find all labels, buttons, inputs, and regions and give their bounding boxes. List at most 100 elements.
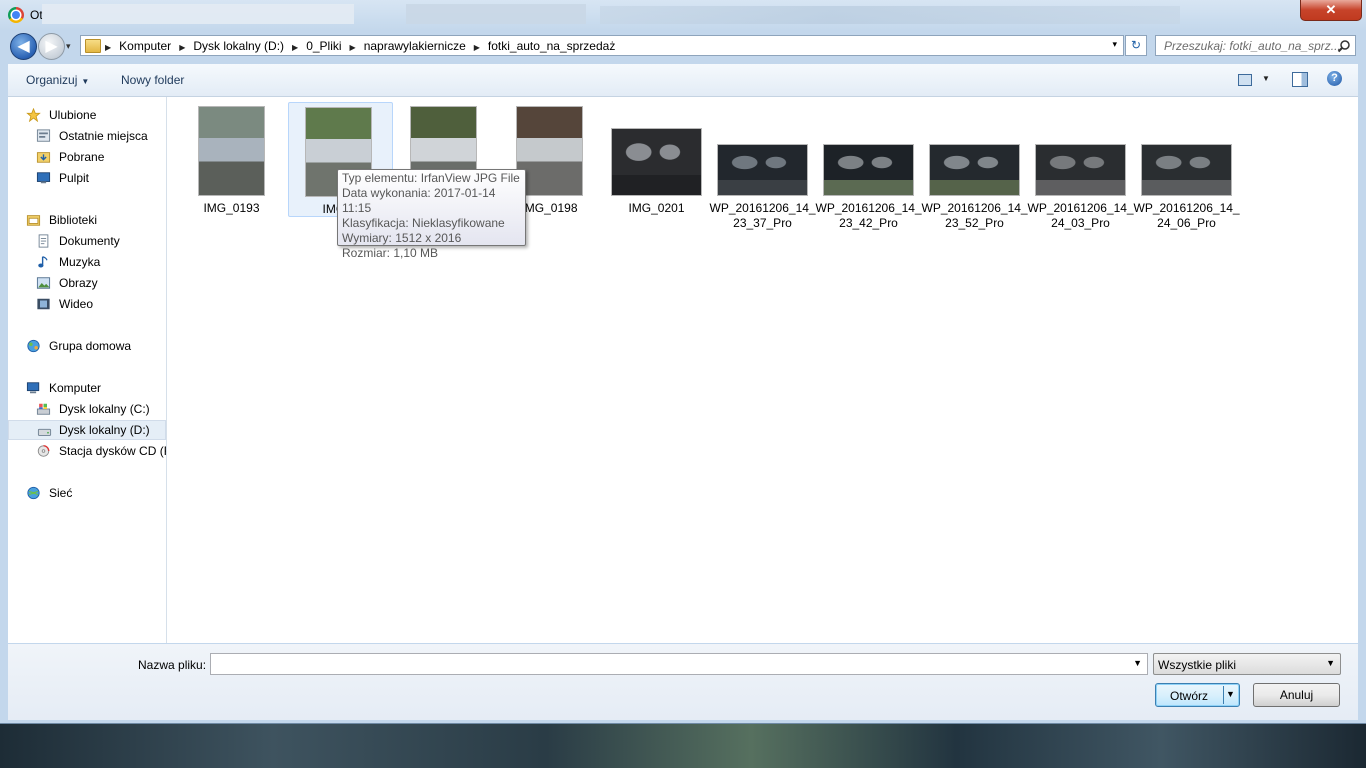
new-folder-button[interactable]: Nowy folder — [121, 73, 184, 87]
sidebar-favorites-label: Ulubione — [49, 108, 97, 122]
sidebar-network[interactable]: Sieć — [26, 483, 156, 503]
sidebar-item-drive-c[interactable]: Dysk lokalny (C:) — [36, 399, 166, 419]
file-item[interactable]: IMG_0193 — [179, 101, 285, 233]
file-name: WP_20161206_14_ — [1027, 201, 1134, 215]
breadcrumb-separator-icon[interactable]: ▶ — [350, 43, 356, 52]
filename-field[interactable]: ▼ — [210, 653, 1148, 675]
sidebar-libraries-label: Biblioteki — [49, 213, 98, 227]
help-icon[interactable]: ? — [1327, 71, 1342, 86]
downloads-folder-icon — [36, 152, 51, 163]
file-thumbnail — [717, 144, 808, 196]
organize-button[interactable]: Organizuj ▼ — [26, 73, 89, 87]
sidebar-item-label: Dysk lokalny (C:) — [59, 402, 150, 416]
file-name: WP_20161206_14_ — [709, 201, 816, 215]
sidebar-libraries[interactable]: Biblioteki — [26, 210, 156, 230]
sidebar-item-label: Dokumenty — [59, 234, 120, 248]
file-item[interactable]: WP_20161206_14_ 23_52_Pro — [922, 101, 1028, 233]
sidebar-item-downloads[interactable]: Pobrane — [36, 147, 166, 167]
computer-icon — [26, 382, 40, 394]
back-button[interactable]: ◀ — [10, 33, 37, 60]
file-item[interactable]: WP_20161206_14_ 24_06_Pro — [1134, 101, 1240, 233]
file-item[interactable]: WP_20161206_14_ 23_42_Pro — [816, 101, 922, 233]
address-bar[interactable]: ▶ Komputer ▶ Dysk lokalny (D:) ▶ 0_Pliki ▶ napr… — [80, 35, 1124, 56]
breadcrumb-item[interactable]: 0_Pliki — [306, 39, 341, 53]
breadcrumb-separator-icon[interactable]: ▶ — [179, 43, 185, 52]
sidebar-computer[interactable]: Komputer — [26, 378, 156, 398]
breadcrumb-item[interactable]: Komputer — [119, 39, 171, 53]
file-item[interactable]: WP_20161206_14_ 23_37_Pro — [710, 101, 816, 233]
breadcrumb-item[interactable]: fotki_auto_na_sprzedaż — [488, 39, 615, 53]
hard-drive-icon — [37, 428, 52, 436]
breadcrumb-separator-icon[interactable]: ▶ — [292, 43, 298, 52]
breadcrumb: ▶ Komputer ▶ Dysk lokalny (D:) ▶ 0_Pliki ▶ napr… — [105, 39, 623, 53]
forward-button[interactable]: ▶ — [38, 33, 65, 60]
sidebar-item-music[interactable]: Muzyka — [36, 252, 166, 272]
file-name-line2: 24_06_Pro — [1157, 216, 1216, 230]
file-name-line2: 23_37_Pro — [733, 216, 792, 230]
sidebar-item-label: Muzyka — [59, 255, 101, 269]
sidebar-item-label: Wideo — [59, 297, 94, 311]
breadcrumb-separator-icon[interactable]: ▶ — [105, 43, 111, 52]
refresh-button[interactable]: ↻ — [1125, 35, 1147, 56]
search-placeholder: Przeszukaj: fotki_auto_na_sprz... — [1164, 39, 1341, 53]
sidebar-homegroup-label: Grupa domowa — [49, 339, 132, 353]
cancel-button[interactable]: Anuluj — [1253, 683, 1340, 707]
sidebar-item-cd-drive[interactable]: Stacja dysków CD (F — [36, 441, 166, 461]
sidebar-item-label: Stacja dysków CD (F — [59, 444, 167, 458]
sidebar-item-label: Pobrane — [59, 150, 105, 164]
file-thumbnail — [516, 106, 583, 196]
title-bar: Ot ✕ — [0, 0, 1366, 30]
file-type-value: Wszystkie pliki — [1158, 658, 1237, 672]
breadcrumb-item[interactable]: naprawylakiernicze — [364, 39, 466, 53]
sidebar-item-label: Ostatnie miejsca — [59, 129, 148, 143]
open-button[interactable]: Otwórz ▼ — [1155, 683, 1240, 707]
breadcrumb-item[interactable]: Dysk lokalny (D:) — [193, 39, 284, 53]
tooltip-line: Rozmiar: 1,10 MB — [342, 246, 439, 260]
file-name: IMG_0201 — [628, 201, 685, 215]
sidebar-item-pictures[interactable]: Obrazy — [36, 273, 166, 293]
file-name-line2: 23_42_Pro — [839, 216, 898, 230]
file-thumbnail — [823, 144, 914, 196]
file-item[interactable]: WP_20161206_14_ 24_03_Pro — [1028, 101, 1134, 233]
chevron-down-icon: ▼ — [81, 77, 90, 86]
dialog-footer: Nazwa pliku: ▼ Wszystkie pliki ▼ Otwórz … — [8, 644, 1358, 720]
sidebar-favorites[interactable]: Ulubione — [26, 105, 156, 125]
blurred-tab-region — [406, 4, 586, 24]
file-tooltip: Typ elementu: IrfanView JPG File Data wyk… — [337, 169, 526, 260]
search-icon[interactable] — [1337, 39, 1351, 53]
sidebar-item-documents[interactable]: Dokumenty — [36, 231, 166, 251]
sidebar-homegroup[interactable]: Grupa domowa — [26, 336, 156, 356]
file-thumbnail — [929, 144, 1020, 196]
libraries-icon — [26, 215, 41, 226]
file-name: WP_20161206_14_ — [815, 201, 922, 215]
sidebar-computer-label: Komputer — [49, 381, 102, 395]
tooltip-line: Typ elementu: IrfanView JPG File — [342, 171, 520, 185]
recent-locations-dropdown[interactable]: ▾ — [66, 41, 71, 52]
split-divider — [1223, 686, 1224, 704]
sidebar-item-label: Pulpit — [59, 171, 90, 185]
view-options-dropdown[interactable]: ▼ — [1262, 74, 1270, 83]
homegroup-icon — [27, 339, 40, 353]
file-type-filter[interactable]: Wszystkie pliki ▼ — [1153, 653, 1341, 675]
change-view-icon[interactable] — [1238, 74, 1252, 86]
sidebar-item-drive-d[interactable]: Dysk lokalny (D:) — [8, 420, 166, 440]
open-options-dropdown[interactable]: ▼ — [1226, 689, 1235, 699]
filename-dropdown[interactable]: ▼ — [1133, 658, 1142, 668]
system-drive-icon — [36, 403, 51, 415]
file-item[interactable]: IMG_0201 — [604, 101, 710, 233]
file-name: WP_20161206_14_ — [921, 201, 1028, 215]
search-input[interactable]: Przeszukaj: fotki_auto_na_sprz... — [1155, 35, 1356, 56]
breadcrumb-separator-icon[interactable]: ▶ — [474, 43, 480, 52]
sidebar-item-recent-places[interactable]: Ostatnie miejsca — [36, 126, 166, 146]
navigation-pane: Ulubione Ostatnie miejsca Pobrane Pulpit… — [8, 97, 167, 643]
sidebar-network-label: Sieć — [49, 486, 73, 500]
preview-pane-icon[interactable] — [1292, 72, 1308, 87]
open-file-dialog: Ot ✕ ◀ ▶ ▾ ▶ Komputer ▶ Dysk lokalny (D:) ▶ 0… — [0, 0, 1366, 724]
organize-label: Organizuj — [26, 73, 78, 87]
address-history-dropdown[interactable]: ▾ — [1112, 39, 1117, 50]
film-icon — [37, 298, 50, 310]
close-button[interactable]: ✕ — [1300, 0, 1362, 21]
file-name-line2: 23_52_Pro — [945, 216, 1004, 230]
sidebar-item-videos[interactable]: Wideo — [36, 294, 166, 314]
sidebar-item-desktop[interactable]: Pulpit — [36, 168, 166, 188]
